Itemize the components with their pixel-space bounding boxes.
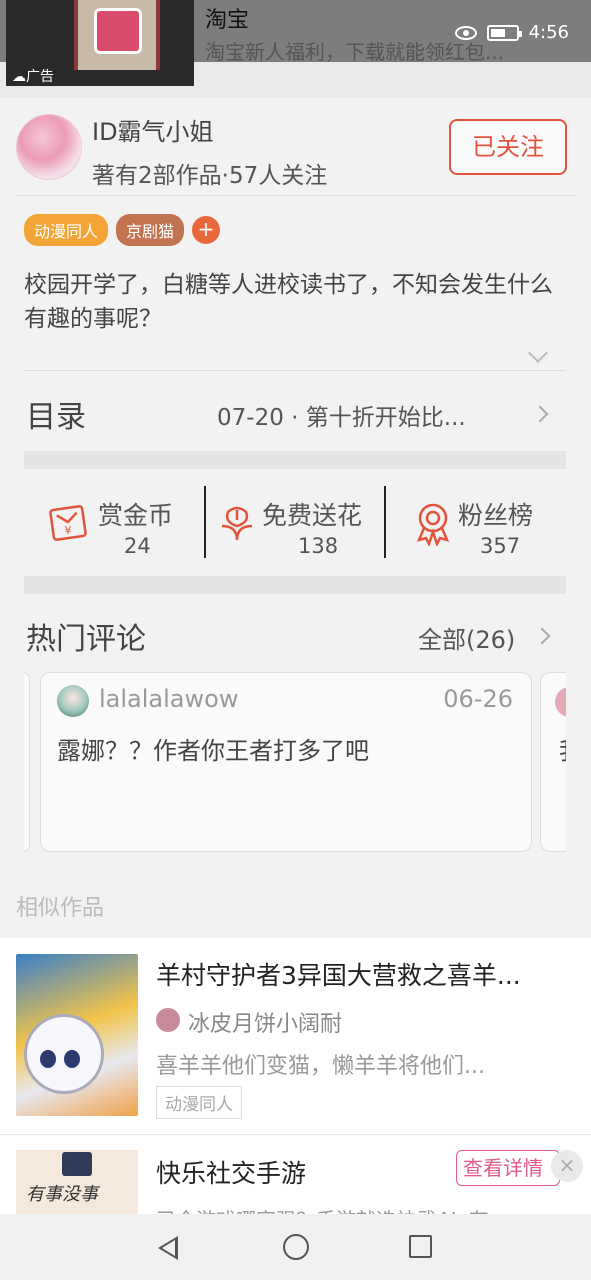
comment-card[interactable]: lalalalawow 06-26 露娜？？作者你王者打多了吧 — [40, 672, 532, 852]
catalog-row[interactable]: 目录 07-20 · 第十折开始比... — [24, 384, 566, 444]
recent-apps-icon[interactable] — [409, 1235, 432, 1258]
ad-label: ☁广告 — [12, 69, 54, 85]
ad-thumbnail[interactable]: ☁广告 — [6, 0, 194, 86]
comments-carousel[interactable]: lalalalawow 06-26 露娜？？作者你王者打多了吧 我 — [24, 672, 566, 854]
add-tag-button[interactable]: + — [192, 216, 221, 244]
author-meta: 著有2部作品·57人关注 — [92, 163, 328, 189]
tag-jingjumao[interactable]: 京剧猫 — [116, 214, 185, 246]
author-row: ID霸气小姐 著有2部作品·57人关注 已关注 — [16, 112, 576, 194]
ad-title[interactable]: 淘宝 — [205, 2, 249, 34]
work-author[interactable]: 冰皮月饼小阔耐 — [188, 1006, 342, 1038]
ad-item-description: 已全游戏哪家强？手游就选神武4！有 — [156, 1204, 489, 1214]
status-icons: 4:56 — [454, 22, 569, 43]
reward-coins-button[interactable]: ¥ 赏金币 24 — [46, 484, 216, 558]
comment-card-prev[interactable] — [24, 672, 30, 852]
stats-row: ¥ 赏金币 24 免费送花 138 粉丝榜 357 — [24, 478, 566, 568]
comment-text-peek: 我 — [559, 731, 566, 766]
flower-icon — [221, 506, 253, 541]
medal-icon — [416, 503, 450, 546]
ad-cover-image[interactable]: 有事没事 — [16, 1150, 138, 1214]
avatar[interactable] — [57, 685, 89, 717]
comment-date: 06-26 — [443, 685, 513, 713]
all-comments-link[interactable]: 全部(26) — [418, 620, 515, 655]
status-time: 4:56 — [528, 22, 569, 43]
system-nav-bar — [0, 1214, 591, 1280]
author-avatar[interactable] — [16, 114, 82, 180]
list-item[interactable]: 羊村守护者3异国大营救之喜羊... 冰皮月饼小阔耐 喜羊羊他们变猫，懒羊羊将他们… — [16, 954, 576, 1119]
fan-ranking-count: 357 — [480, 534, 521, 558]
follow-button[interactable]: 已关注 — [449, 119, 567, 175]
chevron-right-icon — [531, 405, 549, 423]
chevron-right-icon[interactable] — [533, 627, 551, 645]
ad-item-title[interactable]: 快乐社交手游 — [156, 1154, 306, 1190]
section-separator — [24, 576, 566, 594]
send-flower-count: 138 — [298, 534, 339, 558]
ad-cover-text: 有事没事 — [26, 1184, 98, 1205]
section-separator — [24, 451, 566, 469]
red-envelope-icon: ¥ — [49, 505, 87, 541]
tag-list: 动漫同人 京剧猫 + — [24, 214, 221, 246]
svg-text:¥: ¥ — [65, 524, 72, 537]
divider — [204, 486, 206, 558]
fan-ranking-label: 粉丝榜 — [458, 501, 534, 530]
author-name[interactable]: ID霸气小姐 — [92, 112, 214, 147]
reward-coins-count: 24 — [124, 534, 151, 558]
divider — [0, 1134, 591, 1135]
ad-banner[interactable]: ☁广告 淘宝 淘宝新人福利，下载就能领红包... 4:56 — [0, 0, 591, 98]
divider — [384, 486, 386, 558]
home-icon[interactable] — [283, 1234, 309, 1260]
hot-comments-header: 热门评论 全部(26) — [24, 612, 566, 660]
chevron-down-icon[interactable] — [528, 343, 548, 363]
comment-username[interactable]: lalalalawow — [99, 685, 238, 713]
fan-ranking-button[interactable]: 粉丝榜 357 — [410, 484, 560, 558]
work-tag: 动漫同人 — [156, 1086, 242, 1119]
work-description: 校园开学了，白糖等人进校读书了，不知会发生什么有趣的事呢？ — [24, 272, 553, 332]
avatar — [156, 1008, 180, 1032]
divider — [16, 195, 576, 196]
similar-works-label: 相似作品 — [16, 896, 105, 921]
work-cover-image[interactable] — [16, 954, 138, 1116]
battery-icon — [486, 24, 522, 41]
hot-comments-title: 热门评论 — [26, 622, 146, 657]
view-details-button[interactable]: 查看详情 — [456, 1150, 560, 1186]
close-icon[interactable]: × — [551, 1150, 583, 1182]
send-flower-label: 免费送花 — [262, 501, 363, 530]
catalog-title: 目录 — [26, 400, 86, 435]
back-icon[interactable] — [158, 1236, 178, 1260]
divider — [24, 370, 566, 371]
work-title[interactable]: 羊村守护者3异国大营救之喜羊... — [156, 956, 561, 992]
comment-text: 露娜？？作者你王者打多了吧 — [57, 737, 369, 765]
eye-comfort-icon — [454, 25, 477, 40]
avatar — [555, 687, 566, 717]
similar-works-list: 羊村守护者3异国大营救之喜羊... 冰皮月饼小阔耐 喜羊羊他们变猫，懒羊羊将他们… — [0, 938, 591, 1214]
ad-thumbnail-art — [74, 0, 160, 70]
send-flower-button[interactable]: 免费送花 138 — [214, 484, 384, 558]
comment-card-next[interactable]: 我 — [540, 672, 566, 852]
tag-anime[interactable]: 动漫同人 — [24, 214, 109, 246]
catalog-latest-chapter: 07-20 · 第十折开始比... — [217, 405, 466, 431]
reward-coins-label: 赏金币 — [98, 501, 174, 530]
sponsored-item[interactable]: 有事没事 快乐社交手游 查看详情 × 已全游戏哪家强？手游就选神武4！有 — [16, 1150, 591, 1214]
work-description: 喜羊羊他们变猫，懒羊羊将他们... — [156, 1054, 485, 1079]
